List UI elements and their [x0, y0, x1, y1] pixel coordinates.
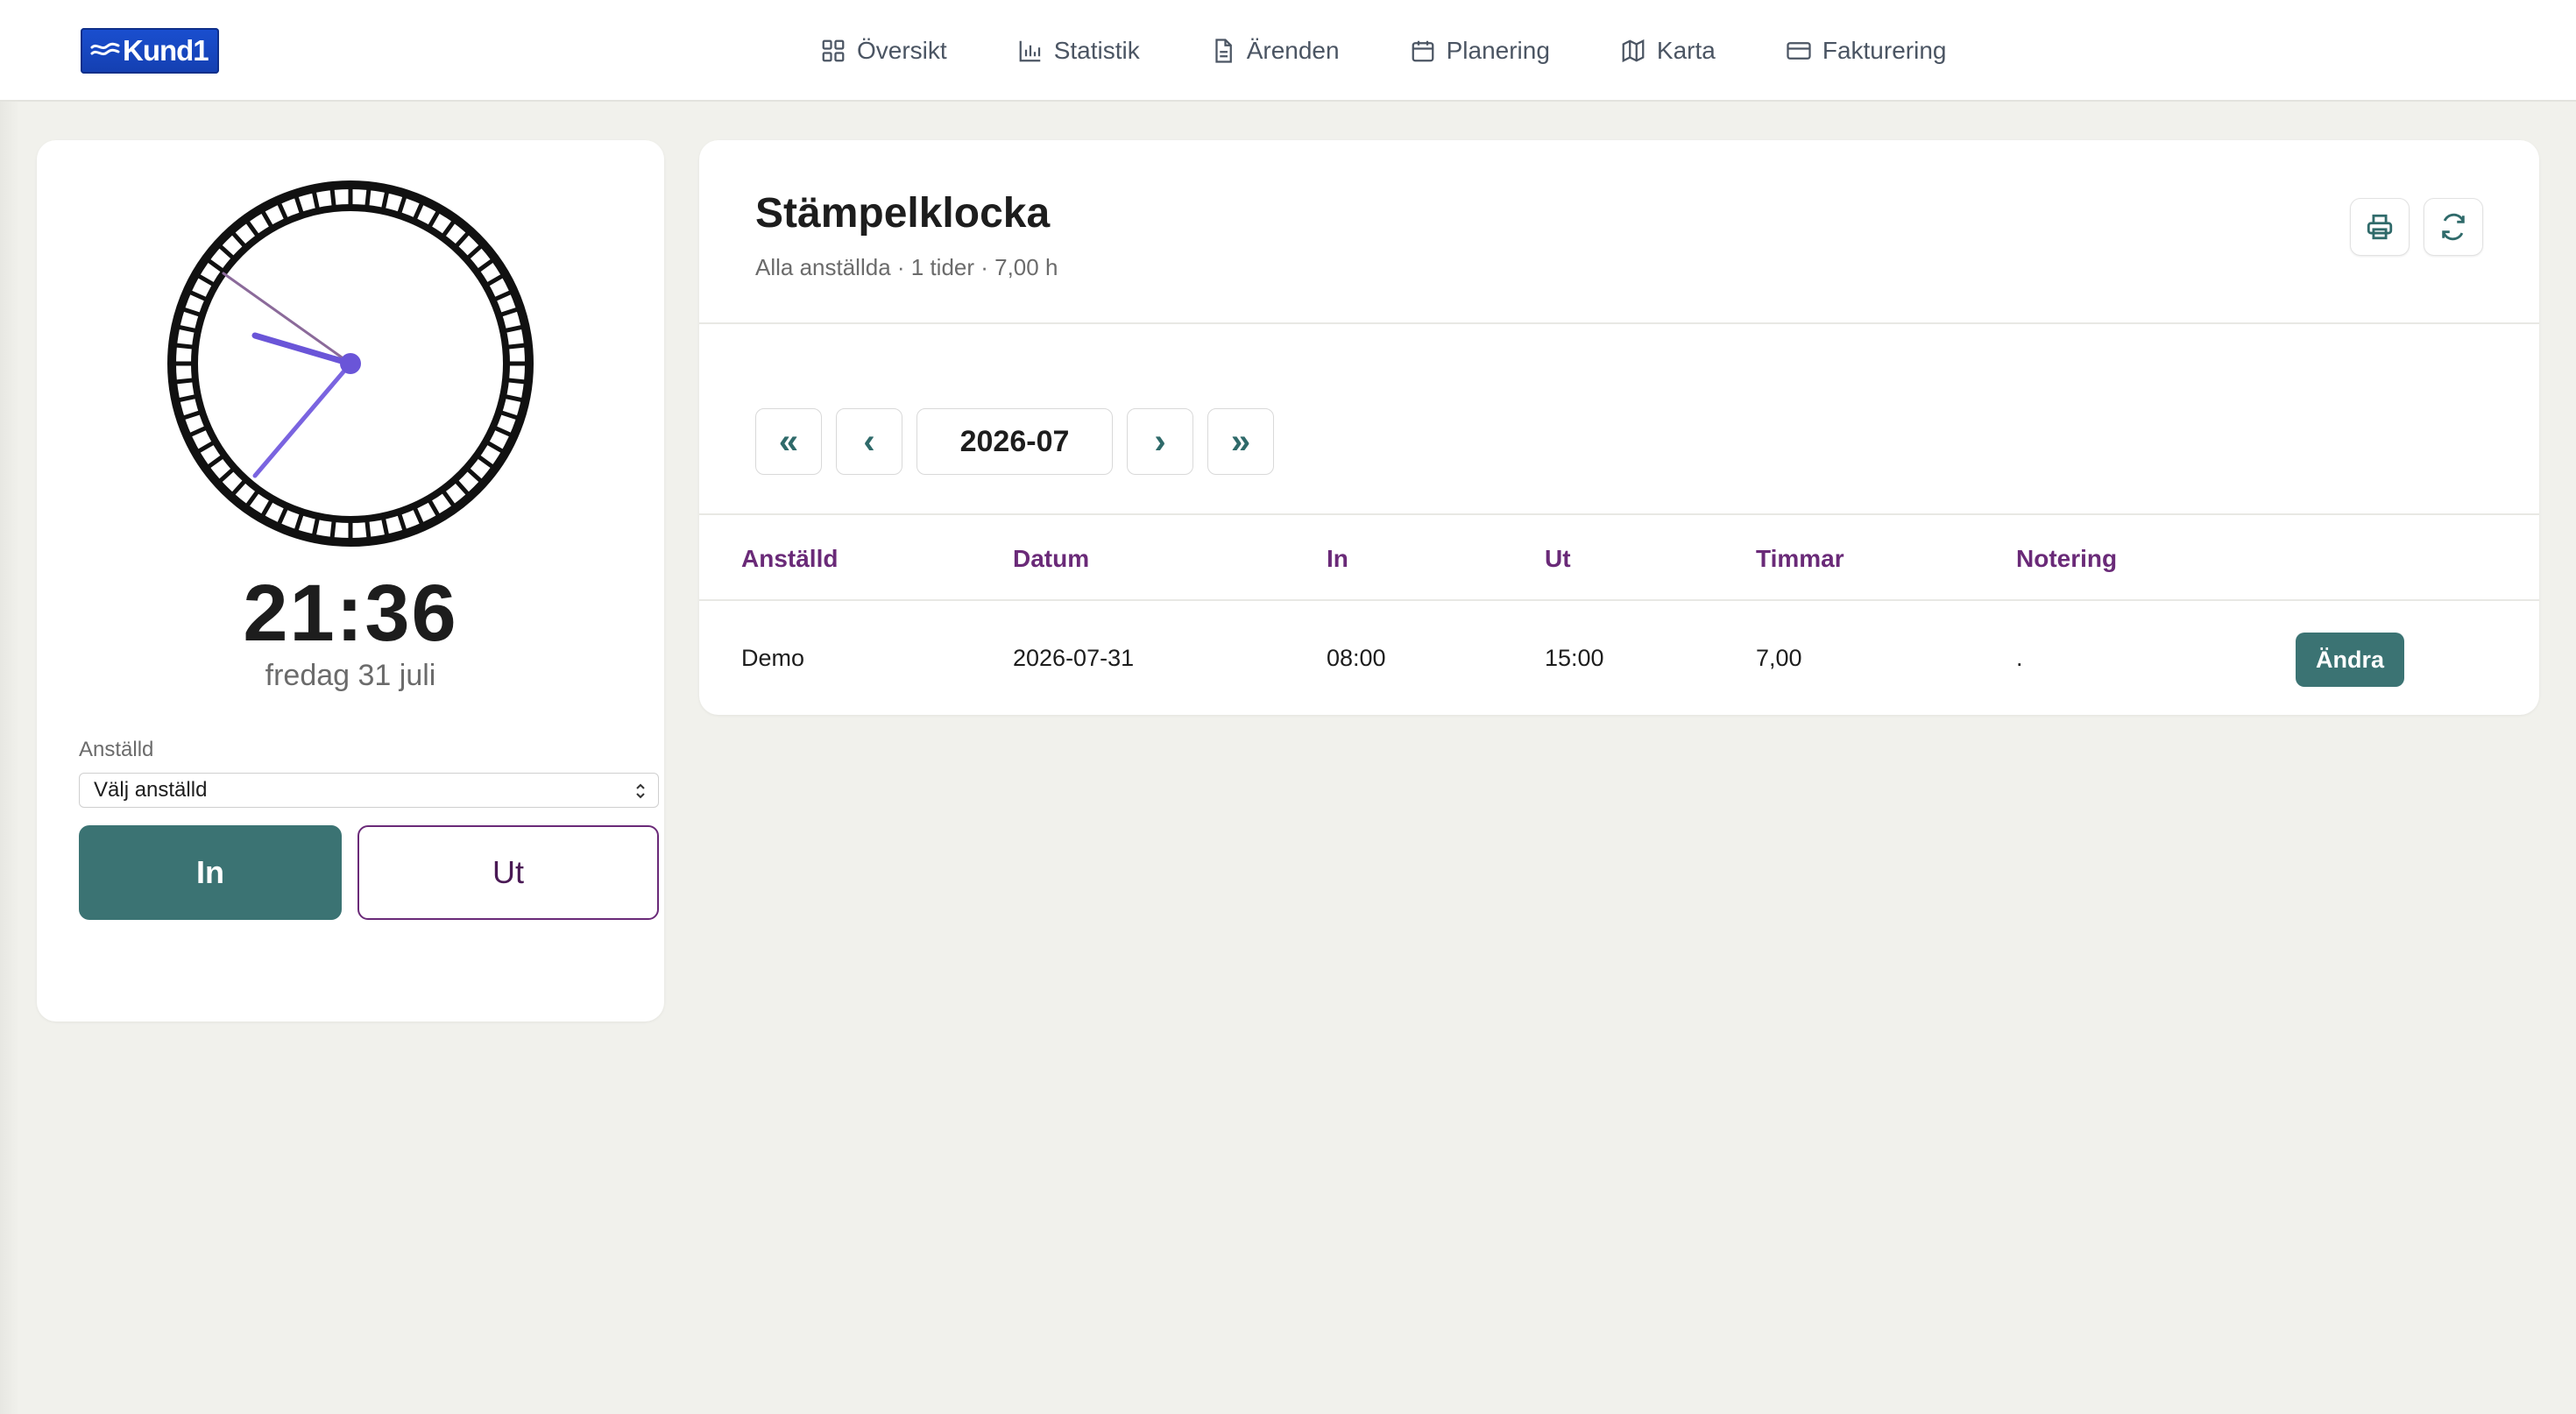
pager-prev-button[interactable]: ‹ — [836, 408, 902, 475]
clock-tick — [506, 343, 527, 350]
page-title: Stämpelklocka — [755, 190, 1051, 237]
nav-item-oversikt[interactable]: Översikt — [820, 30, 947, 72]
nav-item-statistik[interactable]: Statistik — [1017, 30, 1140, 72]
cell-out: 15:00 — [1545, 645, 1604, 671]
nav-label-karta: Karta — [1656, 37, 1716, 64]
table-row: Demo 2026-07-31 08:00 15:00 7,00 . Ändra — [699, 603, 2539, 715]
clock-out-button[interactable]: Ut — [357, 825, 659, 920]
current-date: fredag 31 juli — [265, 659, 436, 692]
main-nav: Översikt Statistik Ärenden Planering Kar… — [820, 30, 1946, 72]
pager-first-button[interactable]: « — [755, 408, 822, 475]
table-header-row: Anställd Datum In Ut Timmar Notering — [699, 515, 2539, 601]
clock-tick — [174, 378, 195, 385]
nav-label-fakturering: Fakturering — [1822, 37, 1947, 64]
nav-item-fakturering[interactable]: Fakturering — [1786, 30, 1947, 72]
cell-note: . — [2016, 645, 2023, 671]
nav-label-oversikt: Översikt — [857, 37, 947, 64]
printer-icon — [2367, 214, 2393, 240]
cell-hours: 7,00 — [1756, 645, 1802, 671]
column-header-out[interactable]: Ut — [1545, 545, 1571, 573]
column-header-employee[interactable]: Anställd — [741, 545, 838, 573]
pager-last-button[interactable]: » — [1207, 408, 1274, 475]
clock-tick — [506, 378, 527, 385]
nav-item-karta[interactable]: Karta — [1620, 30, 1716, 72]
bar-chart-icon — [1019, 40, 1040, 62]
clock-tick — [329, 520, 336, 540]
page-subtitle: Alla anställda · 1 tider · 7,00 h — [755, 254, 1058, 280]
timeclock-panel: Stämpelklocka Alla anställda · 1 tider ·… — [699, 140, 2539, 715]
column-header-in[interactable]: In — [1327, 545, 1348, 573]
document-icon — [1215, 39, 1232, 63]
refresh-icon — [2442, 213, 2465, 241]
digital-time: 21:36 — [243, 569, 458, 658]
clock-tick — [329, 187, 336, 208]
nav-item-planering[interactable]: Planering — [1410, 30, 1550, 72]
clock-tick — [174, 343, 195, 350]
column-header-hours[interactable]: Timmar — [1756, 545, 1844, 573]
calendar-icon — [1412, 40, 1433, 62]
header-divider — [699, 322, 2539, 324]
clock-center-dot — [340, 353, 361, 374]
nav-label-arenden: Ärenden — [1246, 37, 1340, 64]
pager-next-button[interactable]: › — [1127, 408, 1193, 475]
grid-icon — [822, 39, 845, 62]
page-edge-shade — [0, 102, 19, 1414]
kund1-logo[interactable]: Kund1 — [81, 28, 219, 74]
logo-wave-icon — [90, 42, 120, 56]
clock-tick — [364, 187, 372, 208]
edit-button[interactable]: Ändra — [2296, 633, 2404, 687]
map-icon — [1622, 39, 1645, 63]
cell-in: 08:00 — [1327, 645, 1386, 671]
nav-label-statistik: Statistik — [1053, 37, 1140, 64]
clock-tick — [364, 520, 372, 540]
month-pager: « ‹ 2026-07 › » — [755, 408, 1288, 475]
column-header-note[interactable]: Notering — [2016, 545, 2117, 573]
select-updown-icon — [636, 783, 645, 799]
cell-employee: Demo — [741, 645, 805, 671]
analog-clock — [167, 180, 534, 547]
logo-text: Kund1 — [123, 34, 209, 67]
employee-select[interactable]: Välj anställd — [79, 773, 659, 808]
clock-in-button[interactable]: In — [79, 825, 342, 920]
print-button[interactable] — [2350, 198, 2410, 256]
credit-card-icon — [1787, 42, 1811, 60]
nav-item-arenden[interactable]: Ärenden — [1210, 30, 1340, 72]
top-navigation-bar: Kund1 Översikt Statistik Ärenden Planeri… — [0, 0, 2576, 102]
cell-date: 2026-07-31 — [1013, 645, 1135, 671]
clock-panel: 21:36 fredag 31 juli Anställd Välj anstä… — [37, 140, 664, 1022]
column-header-date[interactable]: Datum — [1013, 545, 1089, 573]
employee-label: Anställd — [79, 738, 154, 761]
employee-select-value: Välj anställd — [94, 778, 208, 802]
pager-current-month: 2026-07 — [916, 408, 1113, 475]
refresh-button[interactable] — [2424, 198, 2483, 256]
nav-label-planering: Planering — [1446, 37, 1550, 64]
